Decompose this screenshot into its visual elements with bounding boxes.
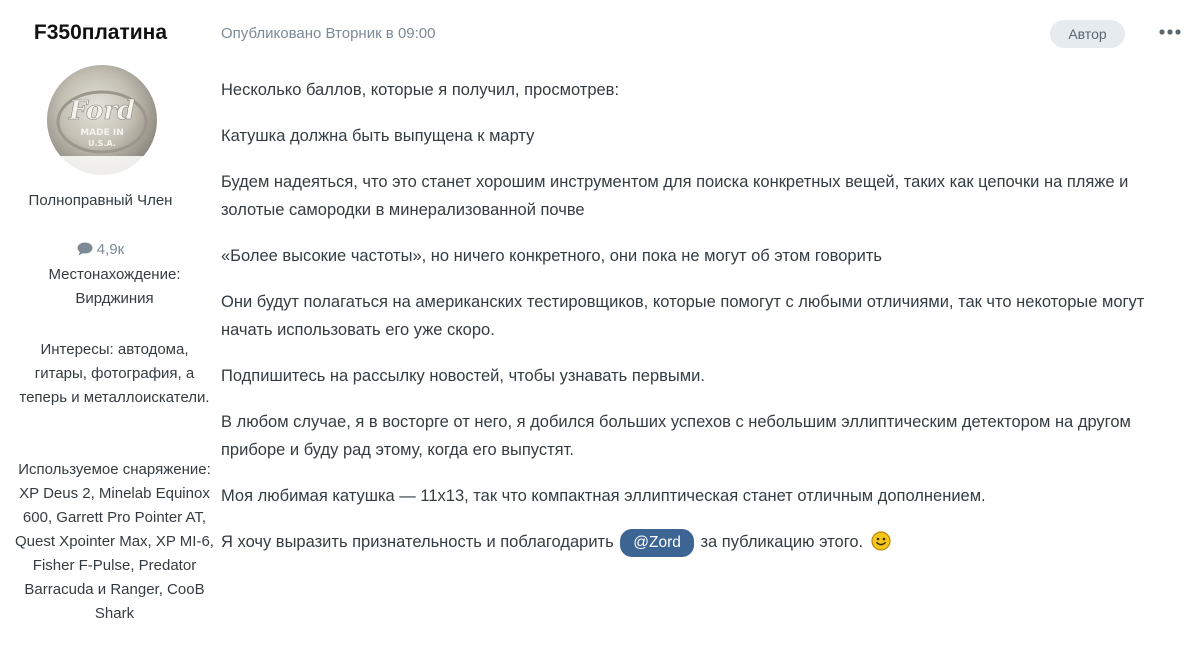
thanks-text-after: за публикацию этого. (695, 533, 868, 551)
author-interests: Интересы: автодома, гитары, фотография, … (19, 341, 210, 406)
smiley-icon (871, 531, 891, 551)
ellipsis-icon (1159, 29, 1181, 35)
author-badge: Автор (1050, 20, 1125, 48)
comment-icon (77, 242, 93, 256)
post-content: Несколько баллов, которые я получил, про… (221, 76, 1191, 575)
post-paragraph: Подпишитесь на рассылку новостей, чтобы … (221, 367, 705, 385)
mention-zord[interactable]: @Zord (620, 529, 694, 557)
author-equipment: Используемое снаряжение: XP Deus 2, Mine… (15, 461, 214, 622)
avatar-image: Ford MADE IN U.S.A. Platinum Contributor (46, 64, 158, 176)
author-location-label: Местонахождение: (48, 266, 181, 283)
avatar-caption-line2: Contributor (46, 167, 69, 175)
post-paragraph: Они будут полагаться на американских тес… (221, 293, 1145, 339)
author-sidebar: F350платина Ford MADE IN U.S.A. Platinum… (0, 0, 214, 649)
post-paragraph-thanks: Я хочу выразить признательность и поблаг… (221, 528, 1191, 557)
avatar-caption-line1: Platinum (46, 159, 61, 167)
author-post-count[interactable]: 4,9к (0, 238, 201, 262)
post-paragraph: Будем надеяться, что это станет хорошим … (221, 173, 1129, 219)
post-paragraph: Несколько баллов, которые я получил, про… (221, 81, 620, 99)
author-location-value: Вирджиния (75, 290, 154, 307)
post-paragraph: В любом случае, я в восторге от него, я … (221, 413, 1131, 459)
post-paragraph: Моя любимая катушка — 11x13, так что ком… (221, 487, 986, 505)
post-more-button[interactable] (1158, 24, 1182, 40)
author-post-count-value: 4,9к (96, 241, 125, 258)
avatar-emblem-brand: Ford (68, 96, 135, 126)
avatar[interactable]: Ford MADE IN U.S.A. Platinum Contributor (46, 64, 158, 176)
avatar-emblem-line1: MADE IN (80, 128, 124, 138)
author-username[interactable]: F350платина (0, 19, 201, 47)
post-paragraph: «Более высокие частоты», но ничего конкр… (221, 247, 882, 265)
post-paragraph: Катушка должна быть выпущена к марту (221, 127, 535, 145)
author-rank: Полноправный Член (28, 192, 173, 209)
author-location: Местонахождение: Вирджиния (0, 263, 229, 311)
thanks-text-before: Я хочу выразить признательность и поблаг… (221, 533, 619, 551)
avatar-emblem-line2: U.S.A. (88, 139, 116, 148)
post-timestamp[interactable]: Опубликовано Вторник в 09:00 (221, 24, 435, 44)
